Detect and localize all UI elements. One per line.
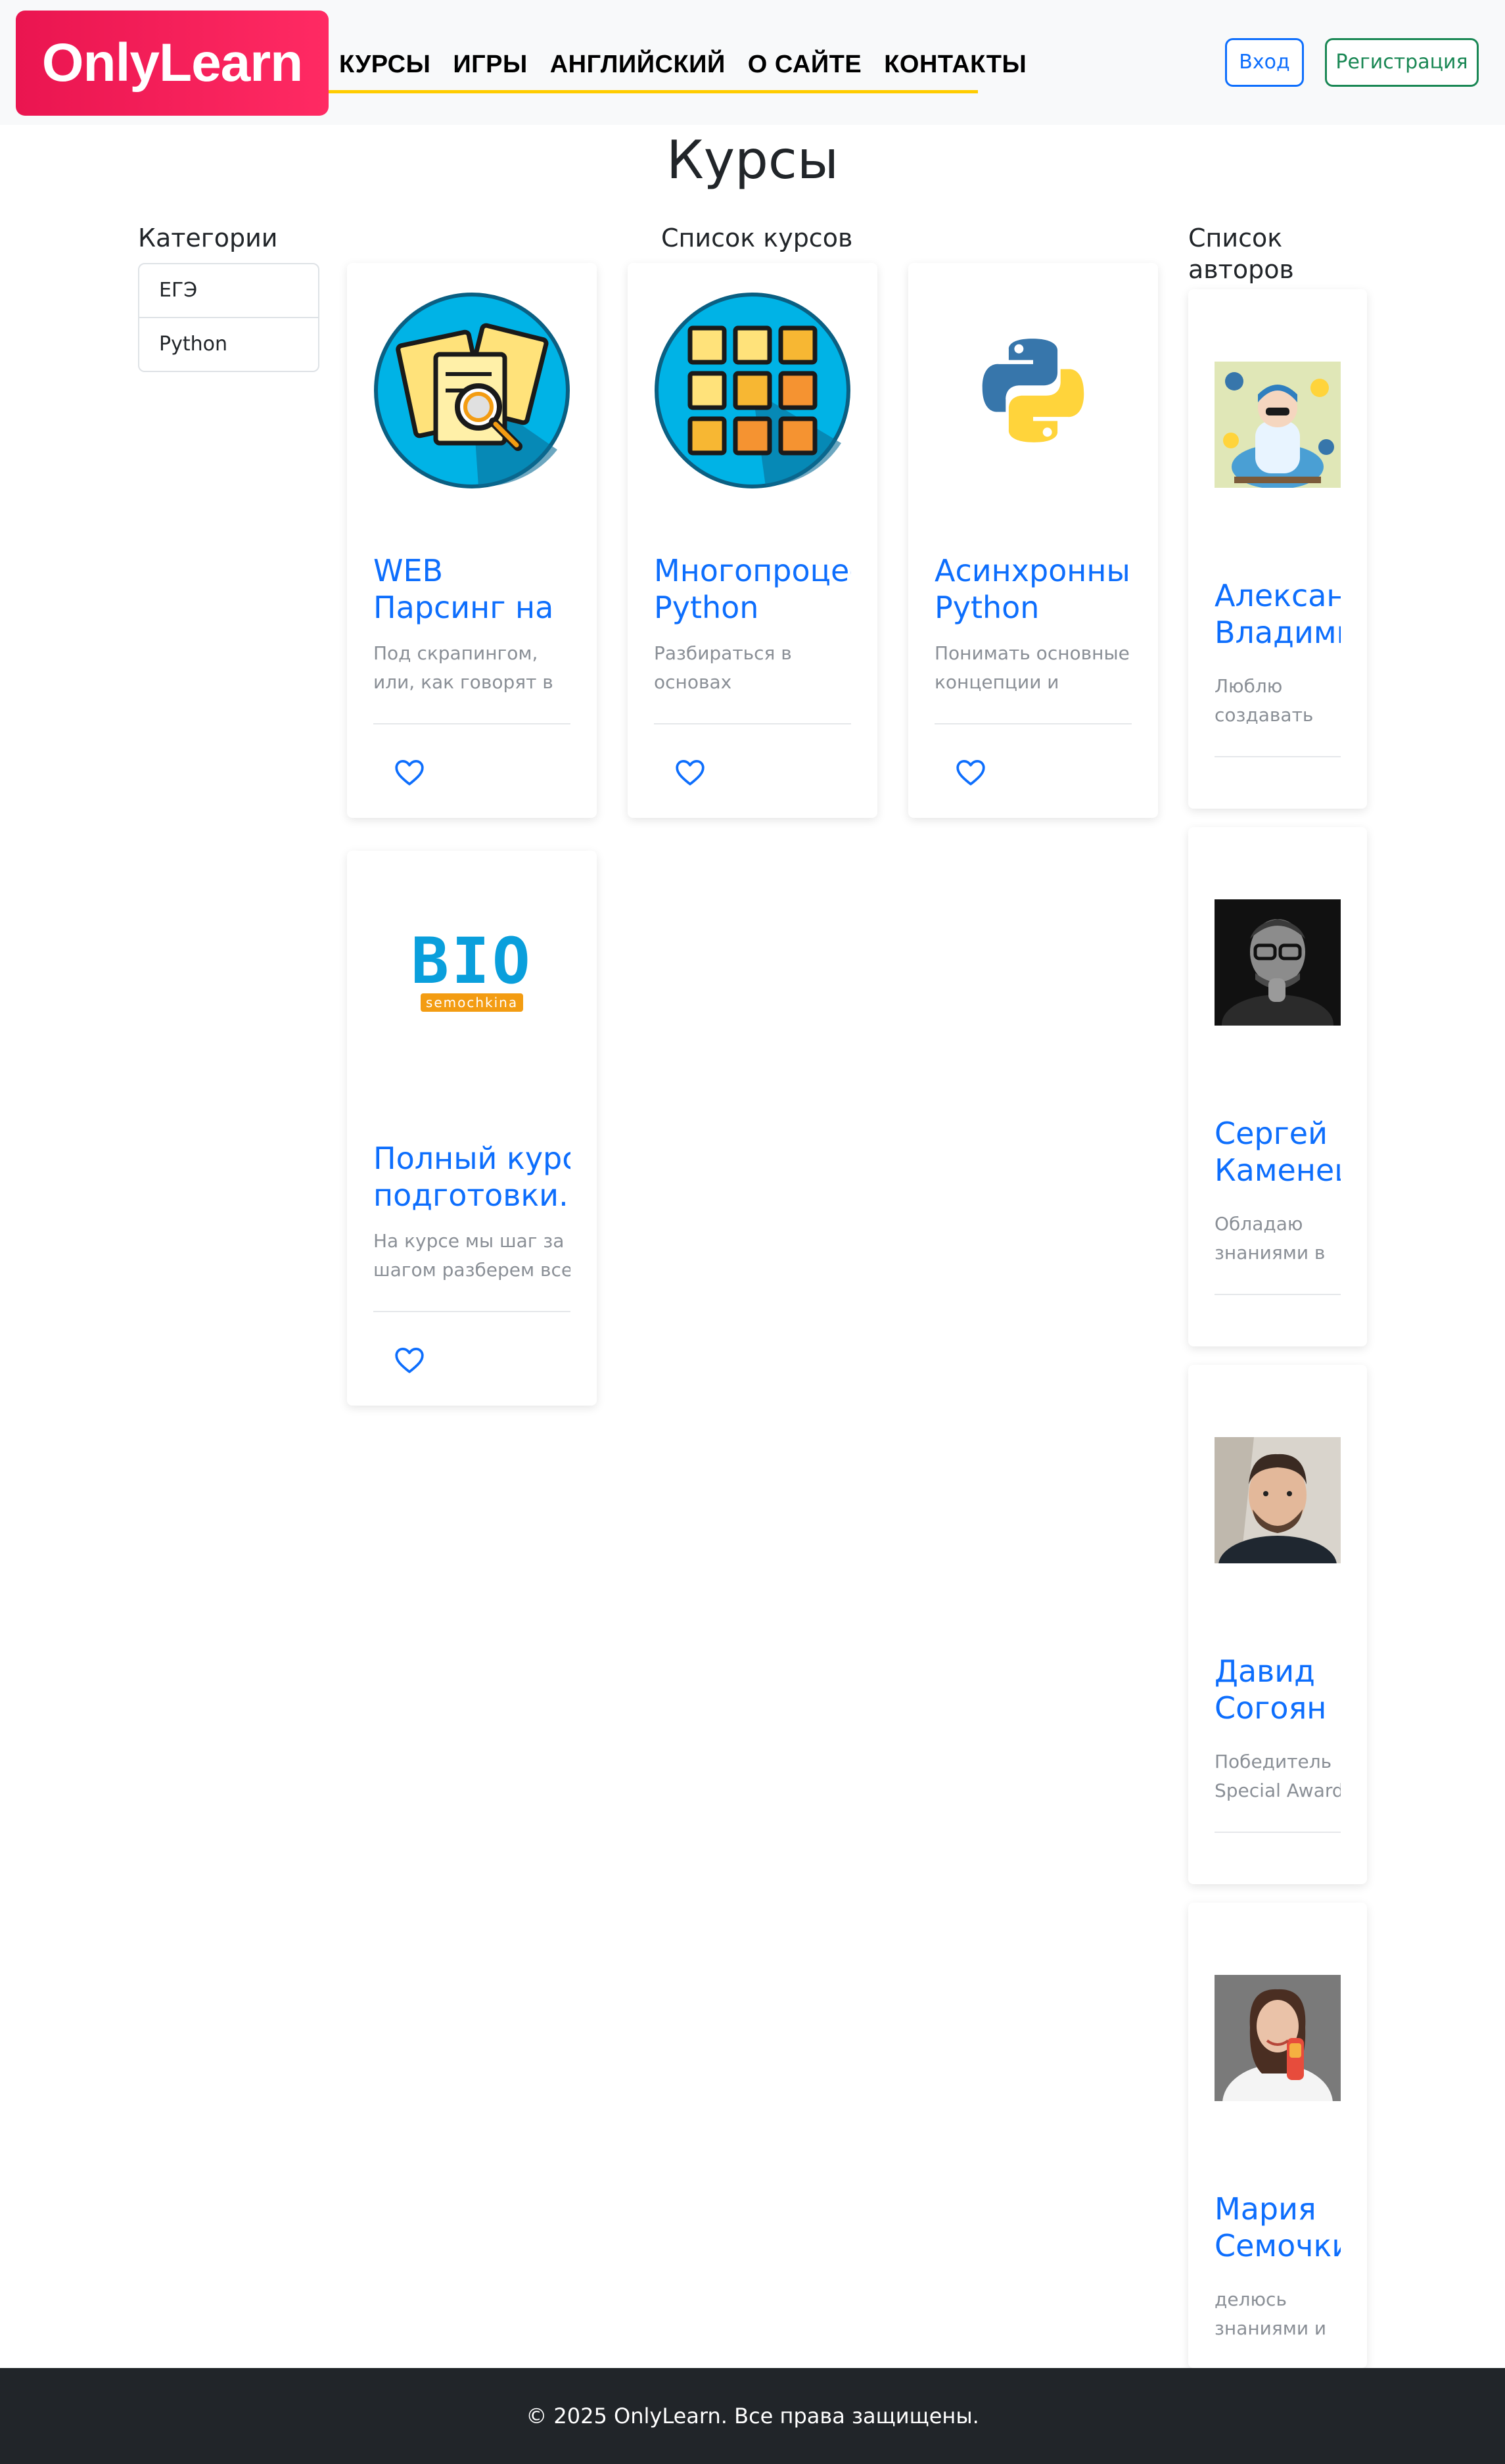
python-logo-icon	[935, 292, 1132, 489]
author-avatar	[1215, 362, 1341, 488]
card-divider	[373, 1311, 570, 1312]
documents-magnifier-icon	[373, 292, 570, 489]
nav-link-english[interactable]: АНГЛИЙСКИЙ	[550, 51, 726, 79]
nav-link-contacts[interactable]: КОНТАКТЫ	[884, 51, 1027, 79]
course-title[interactable]: WEB Парсинг на	[373, 552, 570, 626]
course-title[interactable]: Многопроцес Python	[654, 552, 851, 626]
grid-squares-icon	[654, 292, 851, 489]
page-title: Курсы	[666, 130, 839, 191]
svg-text:semochkina: semochkina	[426, 995, 518, 1010]
heart-icon[interactable]	[954, 756, 987, 789]
heart-icon[interactable]	[393, 1344, 426, 1377]
heart-icon[interactable]	[674, 756, 706, 789]
card-divider	[654, 723, 851, 724]
course-description: Под скрапингом, или, как говорят в	[373, 642, 553, 693]
author-name[interactable]: Мария Семочкина	[1215, 2191, 1341, 2264]
author-card[interactable]: Сергей Каменецкий Обладаю знаниями в	[1188, 827, 1367, 1346]
nav-link-courses[interactable]: КУРСЫ	[339, 51, 430, 79]
author-card[interactable]: Александр Владимир Люблю создавать	[1188, 289, 1367, 809]
course-title[interactable]: Асинхронный Python	[935, 552, 1132, 626]
author-avatar	[1215, 1975, 1341, 2101]
course-card[interactable]: Многопроцес Python Разбираться в основах	[628, 263, 877, 818]
author-name[interactable]: Александр Владимир	[1215, 577, 1341, 651]
card-divider	[1215, 1294, 1341, 1295]
author-name[interactable]: Давид Согоян	[1215, 1653, 1341, 1726]
authors-heading: Список авторов	[1188, 224, 1294, 284]
card-divider	[373, 723, 570, 724]
author-card[interactable]: Мария Семочкина делюсь знаниями и	[1188, 1903, 1367, 2368]
course-description: Разбираться в основах	[654, 642, 792, 693]
navbar: OnlyLearn КУРСЫ ИГРЫ АНГЛИЙСКИЙ О САЙТЕ …	[0, 0, 1505, 125]
course-card[interactable]: WEB Парсинг на Под скрапингом, или, как …	[347, 263, 597, 818]
course-description: На курсе мы шаг за шагом разберем все	[373, 1230, 570, 1281]
main-nav: КУРСЫ ИГРЫ АНГЛИЙСКИЙ О САЙТЕ КОНТАКТЫ	[329, 39, 1027, 93]
footer-copyright: © 2025 OnlyLearn. Все права защищены.	[526, 2404, 979, 2428]
author-name[interactable]: Сергей Каменецкий	[1215, 1115, 1341, 1189]
heart-icon[interactable]	[393, 756, 426, 789]
author-bio: Обладаю знаниями в	[1215, 1213, 1326, 1264]
login-button[interactable]: Вход	[1225, 38, 1304, 87]
category-item-python[interactable]: Python	[139, 318, 318, 371]
categories-heading: Категории	[138, 224, 278, 252]
bio-logo-icon: BIO semochkina	[373, 880, 570, 1077]
courses-heading: Список курсов	[661, 224, 853, 252]
card-divider	[935, 723, 1132, 724]
author-avatar	[1215, 1437, 1341, 1563]
category-item-ege[interactable]: ЕГЭ	[139, 264, 318, 318]
footer: © 2025 OnlyLearn. Все права защищены.	[0, 2368, 1505, 2464]
author-card[interactable]: Давид Согоян Победитель Special Award	[1188, 1365, 1367, 1884]
course-card[interactable]: BIO semochkina Полный курс подготовки. Н…	[347, 851, 597, 1406]
author-bio: Победитель Special Award	[1215, 1751, 1341, 1801]
category-list: ЕГЭ Python	[138, 263, 319, 372]
svg-text:BIO: BIO	[411, 936, 532, 998]
register-button[interactable]: Регистрация	[1325, 38, 1479, 87]
author-avatar	[1215, 899, 1341, 1026]
course-card[interactable]: Асинхронный Python Понимать основные кон…	[908, 263, 1158, 818]
nav-link-games[interactable]: ИГРЫ	[453, 51, 527, 79]
course-title[interactable]: Полный курс подготовки.	[373, 1140, 570, 1214]
card-divider	[1215, 1832, 1341, 1833]
course-description: Понимать основные концепции и	[935, 642, 1130, 693]
nav-link-about[interactable]: О САЙТЕ	[748, 51, 862, 79]
site-logo[interactable]: OnlyLearn	[16, 11, 329, 116]
card-divider	[1215, 756, 1341, 757]
author-bio: делюсь знаниями и	[1215, 2288, 1327, 2339]
author-bio: Люблю создавать	[1215, 675, 1314, 726]
